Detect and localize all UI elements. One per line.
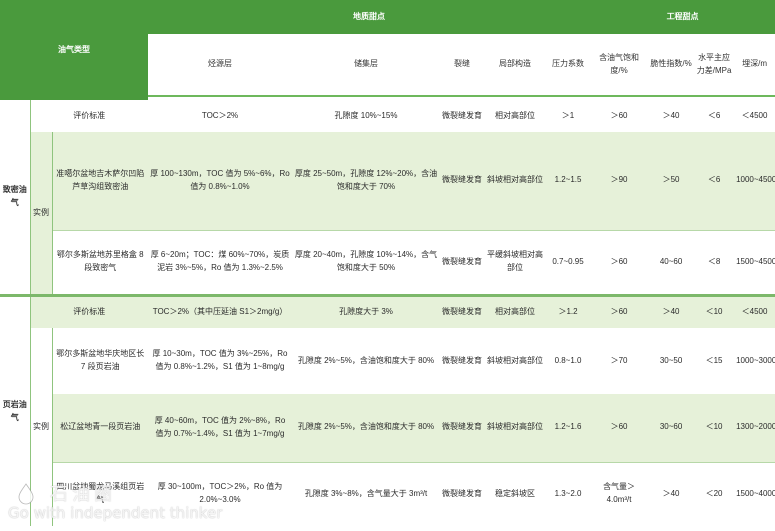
cell-saturation: ＞70 <box>610 355 628 365</box>
cell-structure: 斜坡相对高部位 <box>487 175 543 185</box>
col-brittle: 脆性指数/% <box>648 34 695 97</box>
cell-brittle: ＞40 <box>662 307 680 317</box>
cell-source: 厚 100~130m，TOC 值为 5%~6%，Ro 值为 0.8%~1.0% <box>150 168 290 191</box>
cell-structure: 平缓斜坡相对高部位 <box>484 229 546 294</box>
col-pressure: 压力系数 <box>546 34 591 97</box>
cell-stress: ＜10 <box>705 307 723 317</box>
cell-pressure: 0.7~0.95 <box>546 229 591 294</box>
cell-structure: 相对高部位 <box>495 307 535 317</box>
cell-stress: ＜10 <box>705 422 723 432</box>
cell-depth: 1000~3000 <box>736 355 775 365</box>
cell-structure: 斜坡相对高部位 <box>487 355 543 365</box>
cell-saturation: ＞90 <box>610 175 628 185</box>
cell-pressure: 1.2~1.5 <box>554 175 582 185</box>
cell-brittle: 30~60 <box>659 422 683 432</box>
table-row: 鄂尔多斯盆地苏里格盒 8 段致密气 厚 6~20m；TOC：煤 60%~70%，… <box>0 229 775 294</box>
cell-source: TOC＞2%（其中压延油 S1＞2mg/g） <box>152 307 288 317</box>
cell-saturation: ＞60 <box>610 307 628 317</box>
cell-source: 厚 10~30m，TOC 值为 3%~25%，Ro 值为 0.8%~1.2%，S… <box>152 349 288 371</box>
cell-fracture: 微裂缝发育 <box>442 175 482 185</box>
cell-name: 鄂尔多斯盆地华庆地区长 7 段页岩油 <box>56 349 145 371</box>
col-source: 烃源层 <box>148 34 292 97</box>
oil-drop-logo-icon <box>18 483 34 505</box>
eval-label: 评价标准 <box>73 110 106 120</box>
cell-saturation: ＞60 <box>610 422 628 432</box>
table-row: 实例 鄂尔多斯盆地华庆地区长 7 段页岩油 厚 10~30m，TOC 值为 3%… <box>0 328 775 526</box>
cell-depth: 1300~2000 <box>736 422 775 432</box>
cell-reservoir: 孔隙度 10%~15% <box>334 110 398 120</box>
cell-brittle: ＞40 <box>662 110 680 120</box>
cell-brittle: 30~50 <box>659 355 683 365</box>
col-stress: 水平主应力差/MPa <box>694 34 735 97</box>
section-name: 致密油气 <box>0 100 31 294</box>
watermark: 石油圈 Go with independent thinker <box>6 480 222 528</box>
col-saturation: 含油气饱和度/% <box>590 34 649 97</box>
cell-fracture: 微裂缝发育 <box>440 229 484 294</box>
cell-brittle: 40~60 <box>648 229 695 294</box>
table-row: 页岩油气 评价标准 TOC＞2%（其中压延油 S1＞2mg/g） 孔隙度大于 3… <box>0 297 775 526</box>
sweet-spot-table: 油气类型 地质甜点 工程甜点 烃源层 储集层 裂缝 局部构造 压力系数 含油气饱… <box>0 0 775 526</box>
cell-brittle: ＞50 <box>662 175 680 185</box>
cell-source: TOC＞2% <box>201 110 239 120</box>
header-row-1: 油气类型 地质甜点 工程甜点 <box>0 0 775 100</box>
watermark-cn: 石油圈 <box>50 484 116 505</box>
cell-pressure: ＞1 <box>561 110 575 120</box>
example-label: 实例 <box>30 132 53 294</box>
cell-reservoir: 孔隙度 2%~5%，含油饱和度大于 80% <box>297 422 435 432</box>
cell-brittle: ＞40 <box>648 461 695 526</box>
cell-depth: ＜4500 <box>741 307 768 317</box>
cell-stress: ＜6 <box>707 110 721 120</box>
cell-saturation: 含气量＞4.0m³/t <box>590 461 649 526</box>
cell-name: 鄂尔多斯盆地苏里格盒 8 段致密气 <box>52 229 148 294</box>
cell-stress: ＜15 <box>705 355 723 365</box>
cell-pressure: 1.3~2.0 <box>546 461 591 526</box>
table-row: 实例 准噶尔盆地吉木萨尔凹陷芦草沟组致密油 厚 100~130m，TOC 值为 … <box>0 132 775 294</box>
cell-name: 准噶尔盆地吉木萨尔凹陷芦草沟组致密油 <box>56 168 145 191</box>
cell-pressure: ＞1.2 <box>558 307 578 317</box>
table-row: 致密油气 评价标准 TOC＞2% 孔隙度 10%~15% 微裂缝发育 相对高部位… <box>0 100 775 294</box>
cell-pressure: 1.2~1.6 <box>554 422 582 432</box>
cell-fracture: 微裂缝发育 <box>440 461 484 526</box>
oil-gas-type-header: 油气类型 <box>0 0 148 100</box>
col-fracture: 裂缝 <box>440 34 484 97</box>
cell-pressure: 0.8~1.0 <box>554 355 582 365</box>
cell-fracture: 微裂缝发育 <box>442 307 482 317</box>
cell-reservoir: 厚度 25~50m，孔隙度 12%~20%，含油饱和度大于 70% <box>294 168 438 191</box>
cell-reservoir: 孔隙度 2%~5%，含油饱和度大于 80% <box>297 355 435 365</box>
cell-source: 厚 6~20m；TOC：煤 60%~70%，炭质泥岩 3%~5%，Ro 值为 1… <box>148 229 292 294</box>
eng-sweet-spot-header: 工程甜点 <box>590 0 775 34</box>
cell-depth: ＜4500 <box>741 110 768 120</box>
cell-reservoir: 厚度 20~40m，孔隙度 10%~14%，含气饱和度大于 50% <box>292 229 440 294</box>
cell-structure: 稳定斜坡区 <box>484 461 546 526</box>
col-reservoir: 储集层 <box>292 34 440 97</box>
cell-fracture: 微裂缝发育 <box>442 355 482 365</box>
cell-depth: 1500~4000 <box>734 461 775 526</box>
cell-reservoir: 孔隙度 3%~8%，含气量大于 3m³/t <box>292 461 440 526</box>
table-row: 松辽盆地青一段页岩油 厚 40~60m，TOC 值为 2%~8%，Ro 值为 0… <box>0 394 775 462</box>
watermark-en: Go with independent thinker <box>8 504 223 522</box>
cell-structure: 斜坡相对高部位 <box>487 422 543 432</box>
cell-stress: ＜8 <box>694 229 735 294</box>
cell-source: 厚 40~60m，TOC 值为 2%~8%，Ro 值为 0.7%~1.4%，S1… <box>154 415 286 438</box>
cell-name: 松辽盆地青一段页岩油 <box>60 422 141 432</box>
col-structure: 局部构造 <box>484 34 546 97</box>
col-depth: 埋深/m <box>734 34 775 97</box>
cell-saturation: ＞60 <box>590 229 649 294</box>
cell-depth: 1500~4500 <box>734 229 775 294</box>
cell-stress: ＜6 <box>707 175 721 185</box>
cell-reservoir: 孔隙度大于 3% <box>339 307 393 317</box>
geo-sweet-spot-header: 地质甜点 <box>148 0 591 34</box>
cell-fracture: 微裂缝发育 <box>442 422 482 432</box>
eval-label: 评价标准 <box>73 307 106 317</box>
cell-depth: 1000~4500 <box>736 175 775 185</box>
cell-fracture: 微裂缝发育 <box>442 110 482 120</box>
cell-structure: 相对高部位 <box>495 110 535 120</box>
cell-saturation: ＞60 <box>610 110 628 120</box>
cell-stress: ＜20 <box>694 461 735 526</box>
